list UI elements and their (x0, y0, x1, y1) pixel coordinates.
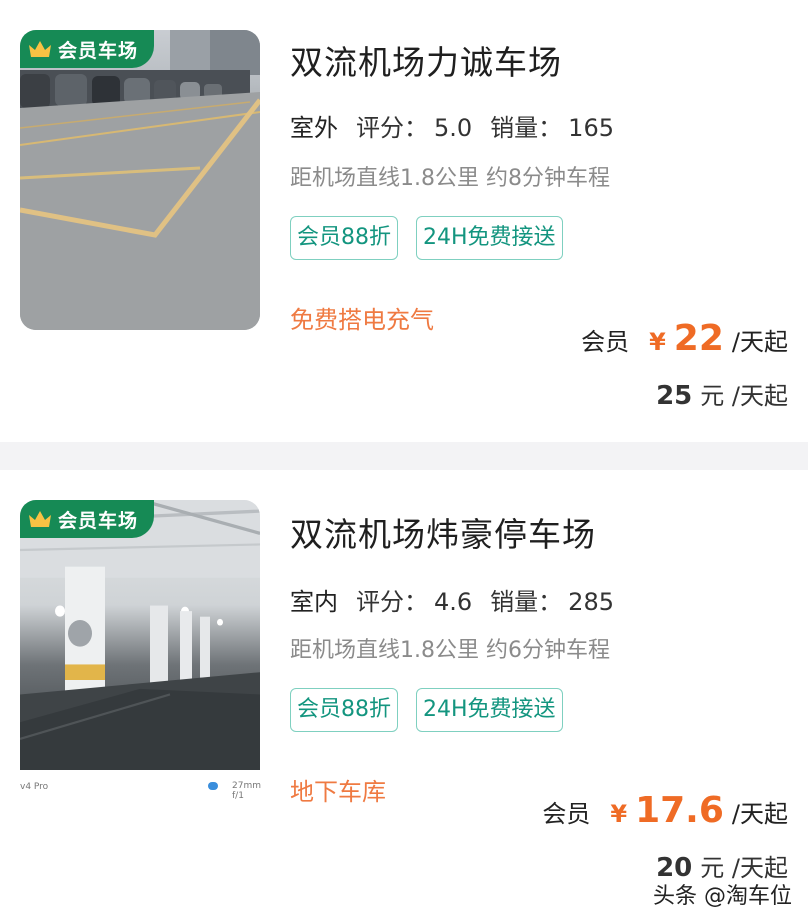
feature-text: 免费搭电充气 (290, 306, 434, 334)
sales: 销量： 285 (490, 582, 614, 617)
source-watermark: 头条 @淘车位 (653, 884, 792, 909)
original-price-amount: 25 (656, 381, 693, 411)
sales-label: 销量： (490, 588, 563, 616)
distance-text: 距机场直线1.8公里 约8分钟车程 (290, 166, 610, 191)
original-price-unit: 元 /天起 (700, 382, 788, 410)
vip-parking-badge: 会员车场 (20, 500, 155, 538)
parking-listing-card[interactable]: 会员车场 v4 Pro 27mm f/1 双流机场炜豪停车场 室内 评分： 4.6… (0, 470, 808, 918)
member-price-unit: /天起 (731, 328, 788, 356)
environment-label: 室外 (290, 108, 340, 147)
distance-text: 距机场直线1.8公里 约6分钟车程 (290, 638, 610, 663)
member-price: 会员 ¥ 22 /天起 (581, 318, 788, 359)
rating: 评分： 4.6 (356, 582, 472, 617)
vip-badge-label: 会员车场 (58, 509, 139, 532)
crown-icon (29, 41, 51, 57)
member-price-label: 会员 (542, 800, 591, 828)
discount-tag: 会员88折 (290, 216, 398, 260)
member-price-label: 会员 (581, 328, 630, 356)
sales: 销量： 165 (490, 108, 614, 143)
camera-caption-left: v4 Pro (20, 782, 49, 792)
currency-symbol: ¥ (610, 800, 628, 828)
sales-value: 285 (568, 588, 614, 616)
vip-badge-label: 会员车场 (58, 39, 139, 62)
environment-label: 室内 (290, 582, 340, 621)
original-price: 25 元 /天起 (656, 376, 788, 411)
underground-garage-image (20, 500, 260, 800)
rating-label: 评分： (356, 114, 428, 142)
currency-symbol: ¥ (649, 328, 666, 356)
shuttle-tag: 24H免费接送 (416, 216, 563, 260)
benefit-tags: 会员88折 24H免费接送 (290, 688, 563, 732)
parking-lot-meta: 室外 评分： 5.0 销量： 165 (290, 108, 614, 147)
parking-lot-title[interactable]: 双流机场炜豪停车场 (290, 508, 596, 556)
vip-parking-badge: 会员车场 (20, 30, 155, 68)
discount-tag: 会员88折 (290, 688, 398, 732)
parking-listing-card[interactable]: 会员车场 双流机场力诚车场 室外 评分： 5.0 销量： 165 距机场直线1.8公… (0, 0, 808, 442)
outdoor-parking-image (20, 30, 260, 330)
parking-lot-meta: 室内 评分： 4.6 销量： 285 (290, 582, 614, 621)
rating: 评分： 5.0 (356, 108, 472, 143)
sales-label: 销量： (490, 114, 563, 142)
crown-icon (29, 511, 51, 527)
rating-value: 4.6 (434, 588, 473, 616)
photo-watermark-strip: v4 Pro 27mm f/1 (20, 770, 261, 801)
parking-lot-photo[interactable]: 会员车场 (20, 30, 260, 330)
member-price: 会员 ¥ 17.6 /天起 (542, 790, 788, 831)
shuttle-tag: 24H免费接送 (416, 688, 563, 732)
camera-caption-right: 27mm f/1 (232, 781, 261, 801)
parking-lot-photo[interactable]: 会员车场 (20, 500, 260, 800)
member-price-amount: 22 (673, 318, 724, 359)
sales-value: 165 (568, 114, 614, 142)
benefit-tags: 会员88折 24H免费接送 (290, 216, 563, 260)
feature-text: 地下车库 (290, 778, 386, 806)
member-price-unit: /天起 (731, 800, 788, 828)
camera-brand-icon (208, 782, 218, 790)
rating-value: 5.0 (434, 114, 473, 142)
member-price-amount: 17.6 (635, 790, 724, 831)
rating-label: 评分： (356, 588, 428, 616)
parking-lot-title[interactable]: 双流机场力诚车场 (290, 36, 562, 84)
